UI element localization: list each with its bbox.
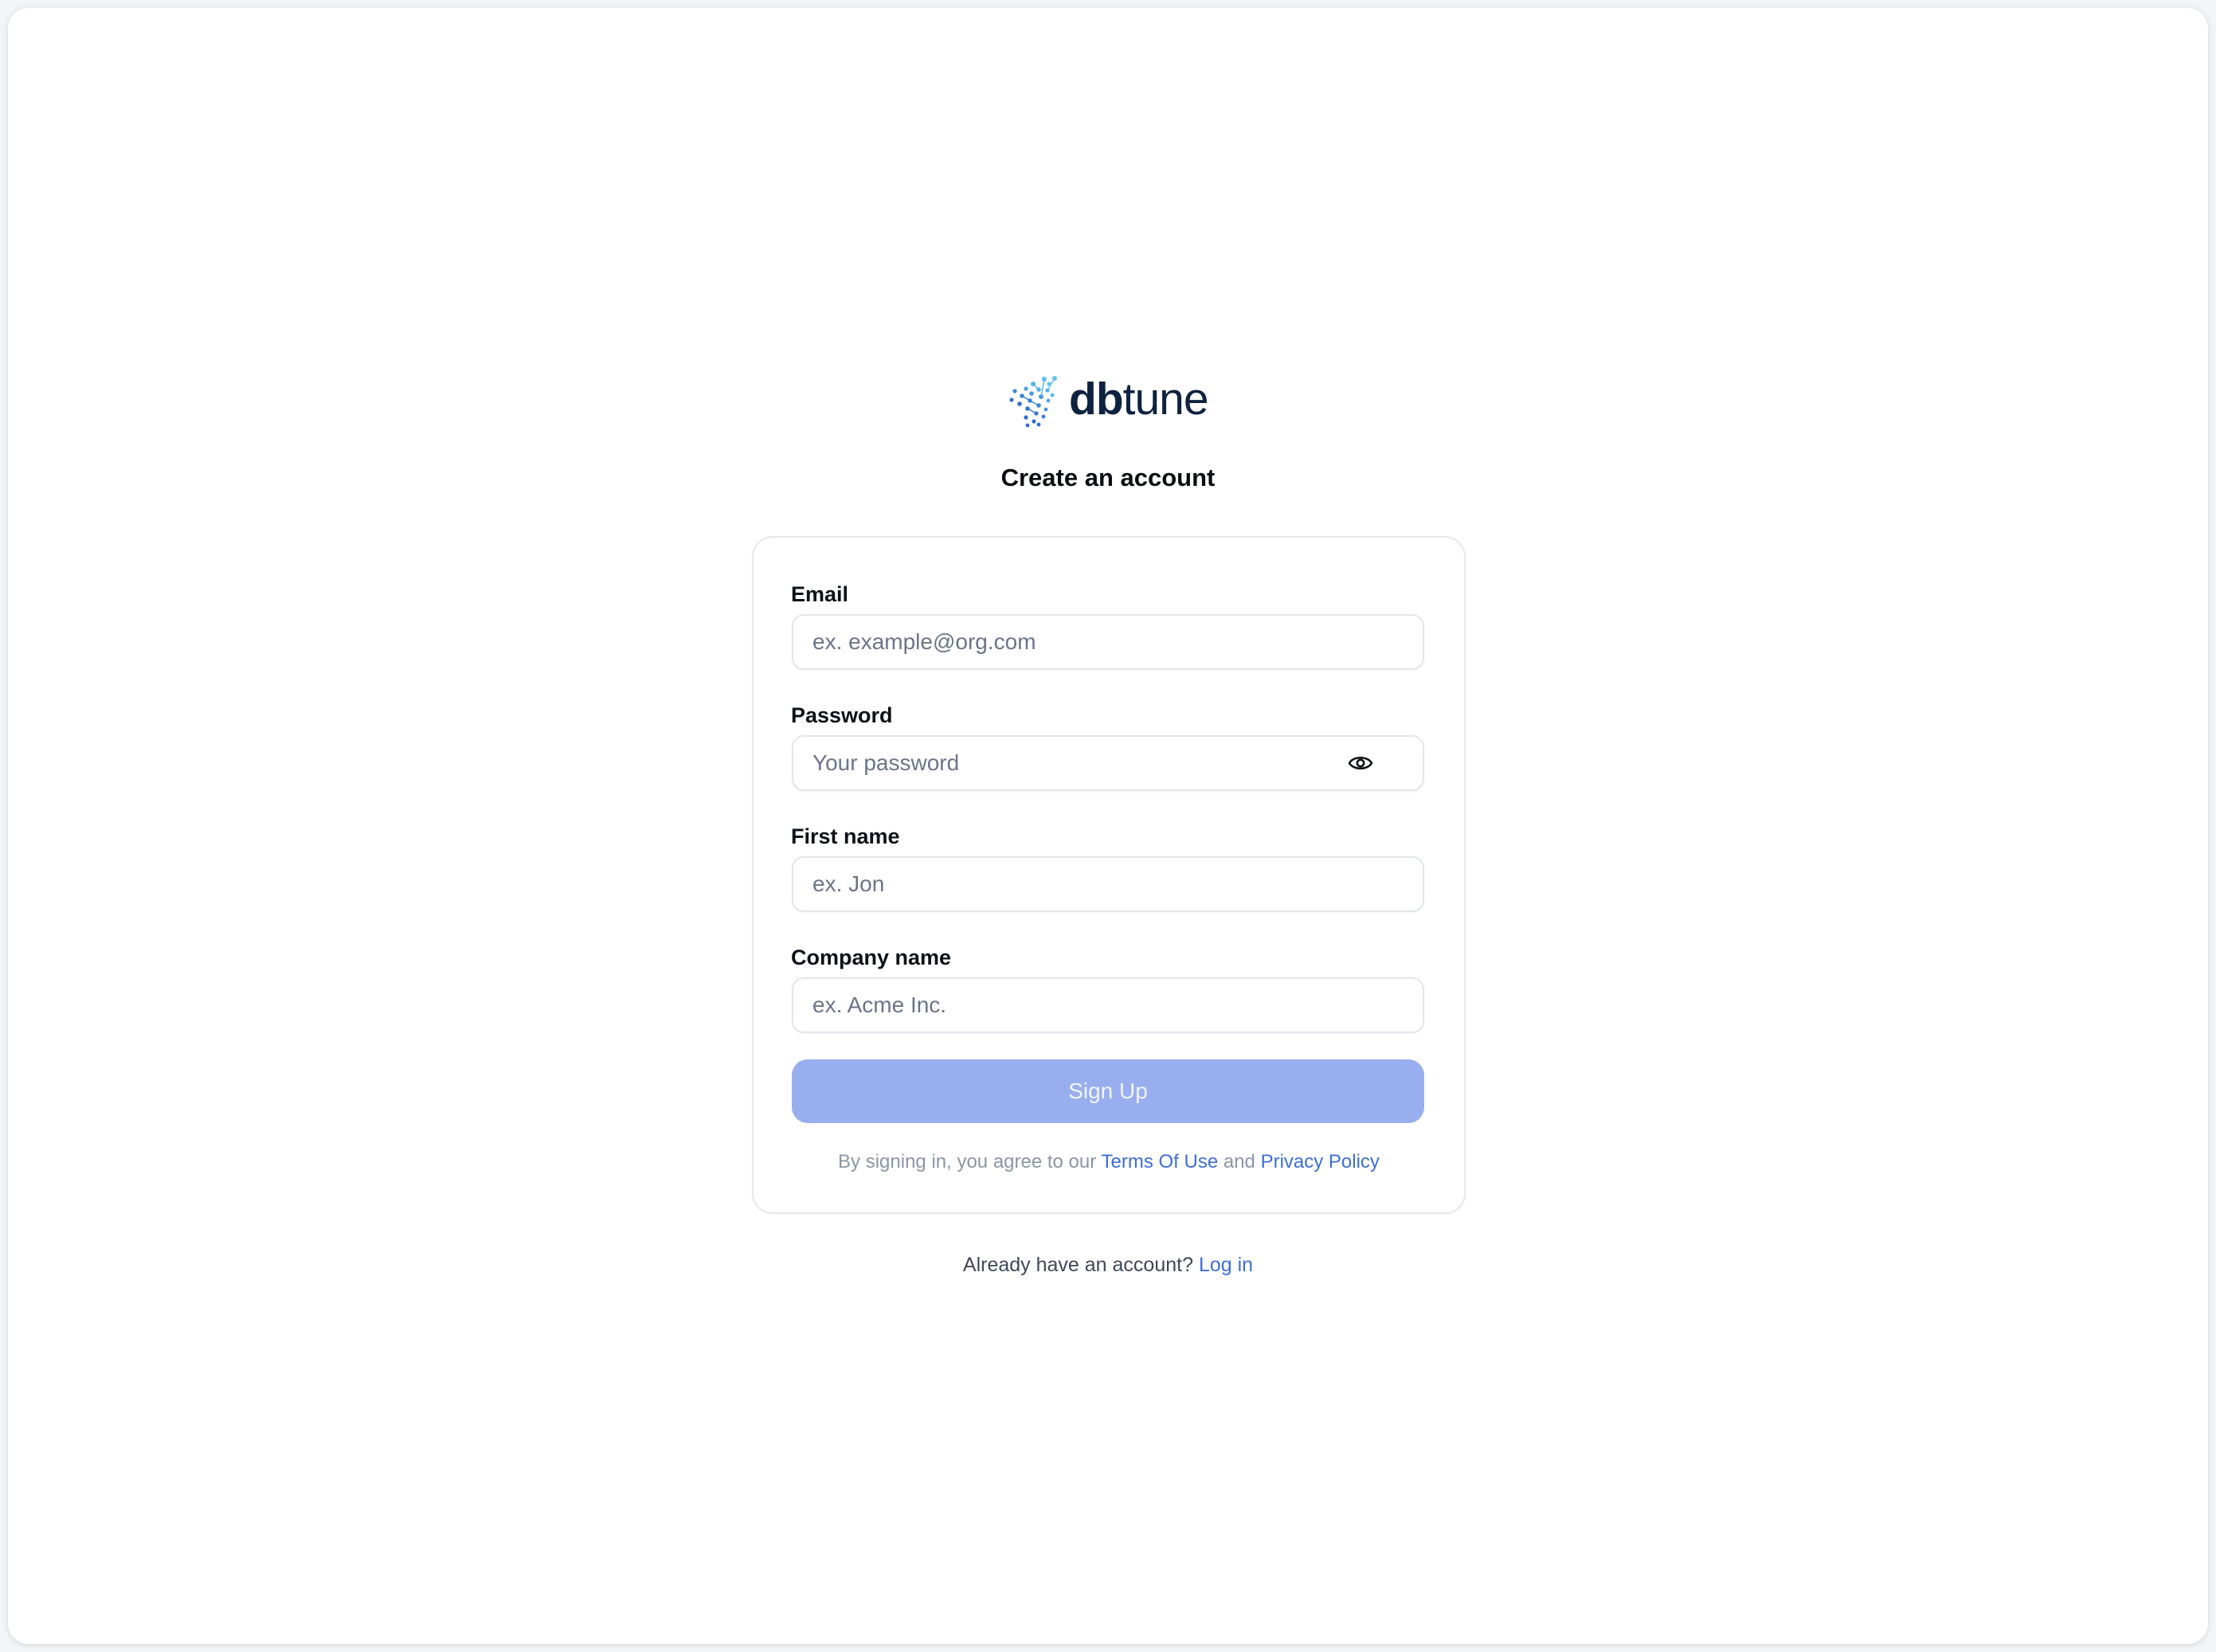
company-name-input[interactable] bbox=[793, 979, 1423, 1032]
login-prompt-text: Already have an account? bbox=[962, 1254, 1199, 1276]
brand-logo: dbtune bbox=[1007, 371, 1209, 429]
privacy-policy-link[interactable]: Privacy Policy bbox=[1261, 1151, 1380, 1172]
email-input[interactable] bbox=[793, 616, 1423, 668]
sign-up-button[interactable]: Sign Up bbox=[792, 1059, 1424, 1123]
first-name-field-wrapper bbox=[792, 856, 1424, 912]
first-name-label: First name bbox=[791, 824, 900, 848]
terms-conjunction: and bbox=[1218, 1151, 1261, 1172]
company-name-field-wrapper bbox=[792, 977, 1424, 1033]
page-title: Create an account bbox=[1000, 464, 1216, 491]
email-field-wrapper bbox=[792, 614, 1424, 670]
login-prompt: Already have an account? Log in bbox=[0, 1251, 2216, 1279]
password-label: Password bbox=[791, 703, 893, 727]
password-field-wrapper bbox=[792, 735, 1424, 791]
terms-prefix: By signing in, you agree to our bbox=[838, 1151, 1102, 1172]
terms-notice: By signing in, you agree to our Terms Of… bbox=[752, 1149, 1466, 1176]
company-name-label: Company name bbox=[791, 945, 952, 969]
brand-wordmark: dbtune bbox=[1069, 371, 1209, 427]
terms-of-use-link[interactable]: Terms Of Use bbox=[1101, 1151, 1218, 1172]
brand-wordmark-bold: db bbox=[1069, 374, 1124, 425]
password-input[interactable] bbox=[793, 737, 1423, 789]
brand-wordmark-light: tune bbox=[1122, 374, 1209, 425]
eye-icon[interactable] bbox=[1348, 754, 1373, 773]
first-name-input[interactable] bbox=[793, 858, 1423, 910]
log-in-link[interactable]: Log in bbox=[1199, 1254, 1253, 1276]
dbtune-dots-logo-icon bbox=[1009, 376, 1057, 428]
email-label: Email bbox=[791, 582, 849, 606]
